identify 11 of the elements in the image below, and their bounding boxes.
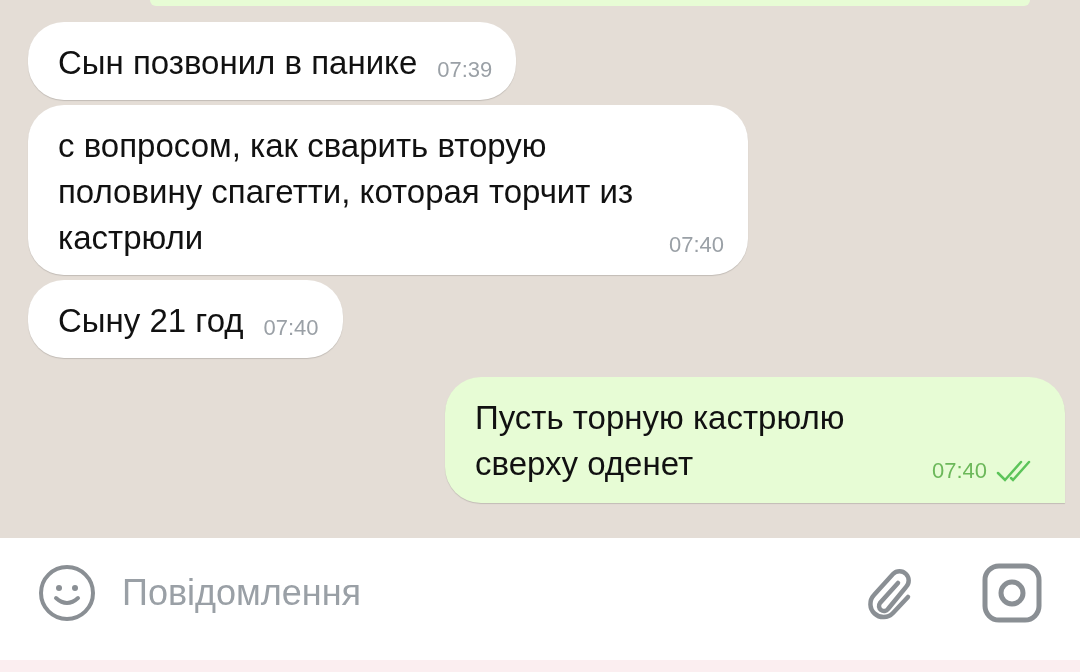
message-text: Пусть торную кастрюлю сверху оденет [475,398,846,484]
message-text: Сын позвонил в панике [58,43,418,83]
camera-icon[interactable] [982,563,1042,623]
message-time: 07:40 [931,457,987,485]
message-text: Сыну 21 год [58,301,244,341]
message-time: 07:40 [263,314,319,342]
message-text: с вопросом, как сварить вторую половину спагетти, которая торчит из кастрюли [58,126,635,258]
smiley-icon[interactable] [38,564,96,622]
message-time: 07:39 [437,56,493,84]
message-time: 07:40 [668,231,724,259]
composer-bar[interactable]: Повідомлення [0,538,1080,660]
